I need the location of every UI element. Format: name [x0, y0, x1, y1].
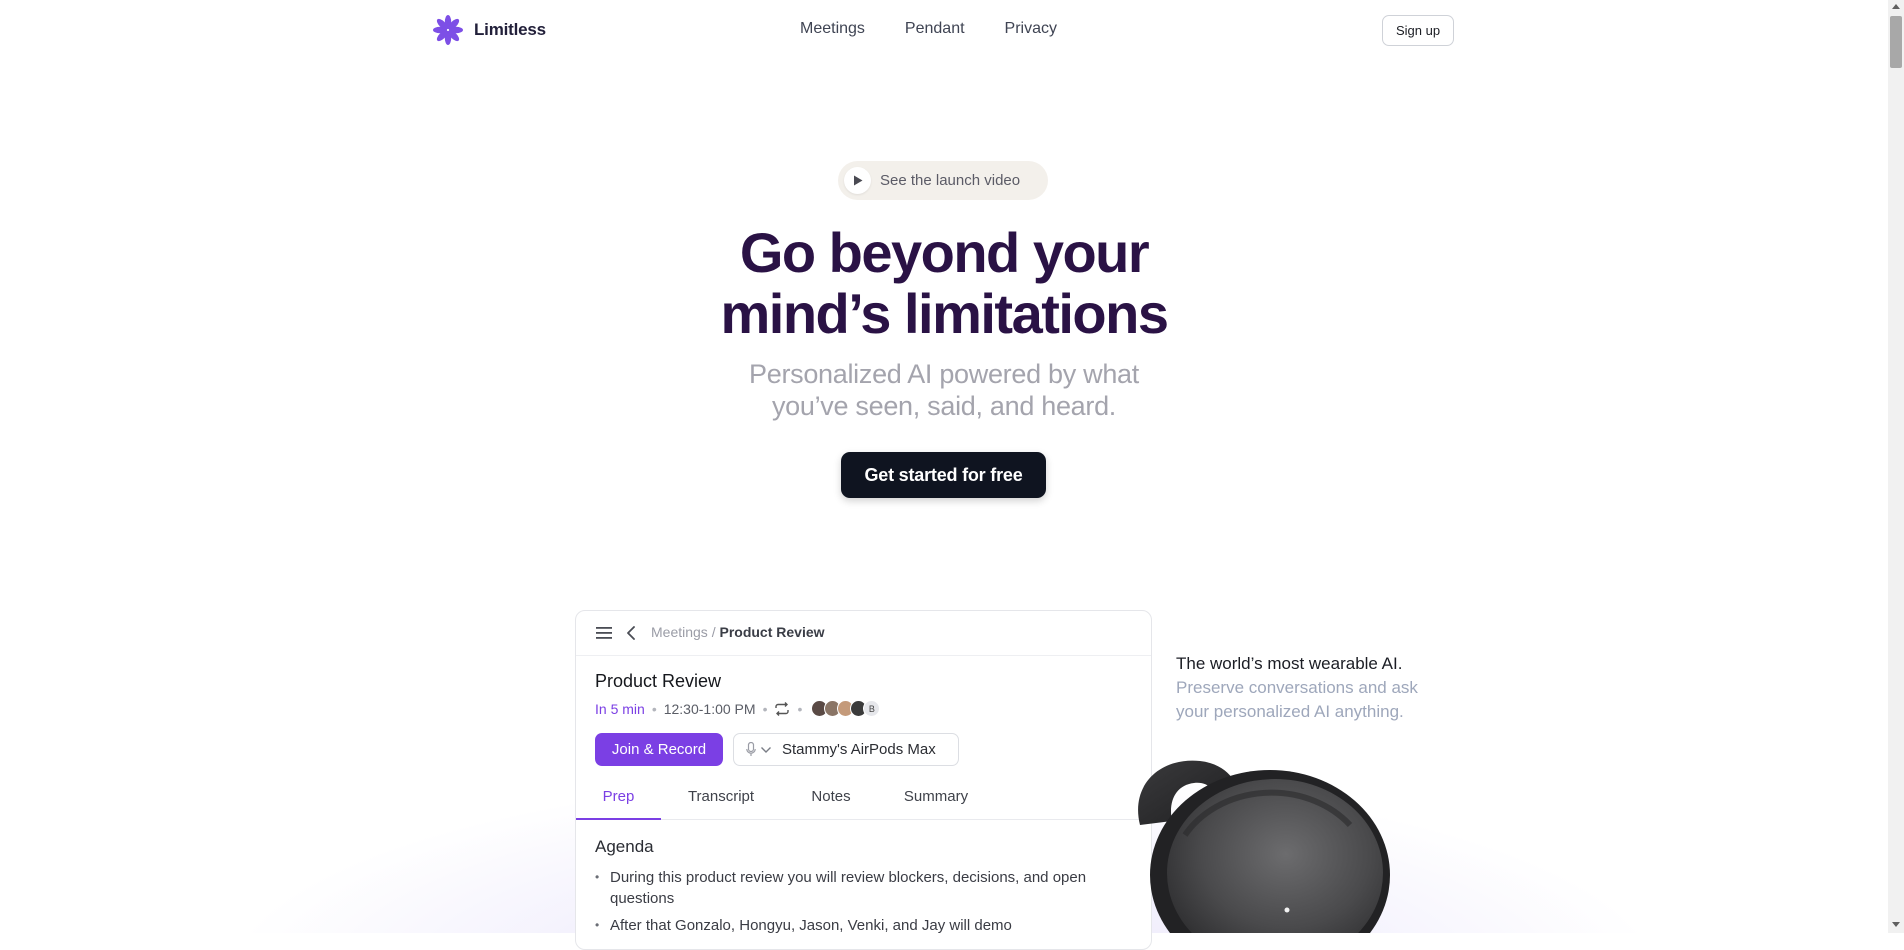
- logo-text: Limitless: [474, 20, 546, 39]
- hero-title-line-2: mind’s limitations: [720, 282, 1169, 345]
- audio-device-name: Stammy's AirPods Max: [782, 741, 936, 758]
- pendant-body: Preserve conversations and ask your pers…: [1176, 678, 1418, 721]
- meeting-countdown: In 5 min: [595, 700, 645, 717]
- chevron-down-icon: [761, 746, 771, 753]
- menu-icon[interactable]: [596, 627, 612, 639]
- repeat-icon: [775, 701, 790, 716]
- breadcrumb-separator: /: [707, 624, 720, 640]
- scrollbar-thumb[interactable]: [1890, 16, 1902, 68]
- avatar: B: [863, 700, 881, 717]
- main-nav: Meetings Pendant Privacy: [800, 20, 1057, 38]
- hero-subtitle-line-2: you’ve seen, said, and heard.: [771, 391, 1117, 421]
- pendant-device-image: [1138, 760, 1390, 933]
- site-header: Limitless Meetings Pendant Privacy Sign …: [0, 0, 1888, 64]
- logo[interactable]: Limitless: [432, 14, 546, 46]
- hero-title-line-1: Go beyond your: [739, 221, 1150, 284]
- nav-meetings[interactable]: Meetings: [800, 20, 865, 38]
- scroll-up-icon[interactable]: [1892, 4, 1900, 9]
- meta-separator: •: [762, 700, 768, 717]
- audio-device-select[interactable]: Stammy's AirPods Max: [733, 733, 959, 766]
- meeting-title: Product Review: [595, 671, 722, 691]
- launch-video-button[interactable]: See the launch video: [838, 161, 1048, 200]
- breadcrumb-current: Product Review: [719, 624, 825, 640]
- page-scrollbar[interactable]: [1888, 0, 1904, 933]
- nav-privacy[interactable]: Privacy: [1005, 20, 1057, 38]
- hero-subtitle: Personalized AI powered by what you’ve s…: [700, 358, 1188, 422]
- meta-separator: •: [797, 700, 803, 717]
- sign-up-button[interactable]: Sign up: [1382, 15, 1454, 46]
- pendant-headline: The world’s most wearable AI.: [1176, 654, 1403, 673]
- join-and-record-button[interactable]: Join & Record: [595, 733, 723, 766]
- scroll-down-icon[interactable]: [1892, 922, 1900, 927]
- get-started-button[interactable]: Get started for free: [841, 452, 1046, 498]
- meta-separator: •: [651, 700, 657, 717]
- app-preview-card: Meetings / Product Review Product Review…: [575, 610, 1152, 950]
- list-item: During this product review you will revi…: [595, 867, 1135, 909]
- pendant-description: The world’s most wearable AI. Preserve c…: [1176, 652, 1446, 724]
- app-topbar: Meetings / Product Review: [576, 611, 1151, 656]
- breadcrumb-parent[interactable]: Meetings: [651, 624, 708, 640]
- meeting-tabs: Prep Transcript Notes Summary: [576, 775, 1151, 820]
- meeting-time: 12:30-1:00 PM: [663, 700, 756, 717]
- agenda-list: During this product review you will revi…: [595, 867, 1135, 942]
- tab-notes[interactable]: Notes: [781, 775, 881, 818]
- hero-subtitle-line-1: Personalized AI powered by what: [749, 359, 1139, 389]
- chevron-left-icon[interactable]: [626, 625, 636, 641]
- play-icon: [844, 167, 871, 194]
- hero-title: Go beyond your mind’s limitations: [640, 222, 1248, 344]
- breadcrumb: Meetings / Product Review: [651, 624, 825, 640]
- agenda-heading: Agenda: [595, 837, 654, 856]
- limitless-logo-icon: [433, 15, 463, 45]
- microphone-icon: [746, 742, 756, 756]
- attendee-avatars[interactable]: B: [811, 700, 881, 717]
- meeting-meta: In 5 min • 12:30-1:00 PM • • B: [595, 700, 881, 717]
- launch-video-label: See the launch video: [880, 172, 1021, 189]
- nav-pendant[interactable]: Pendant: [905, 20, 965, 38]
- tab-summary[interactable]: Summary: [881, 775, 991, 818]
- tab-prep[interactable]: Prep: [576, 775, 661, 820]
- tab-transcript[interactable]: Transcript: [661, 775, 781, 818]
